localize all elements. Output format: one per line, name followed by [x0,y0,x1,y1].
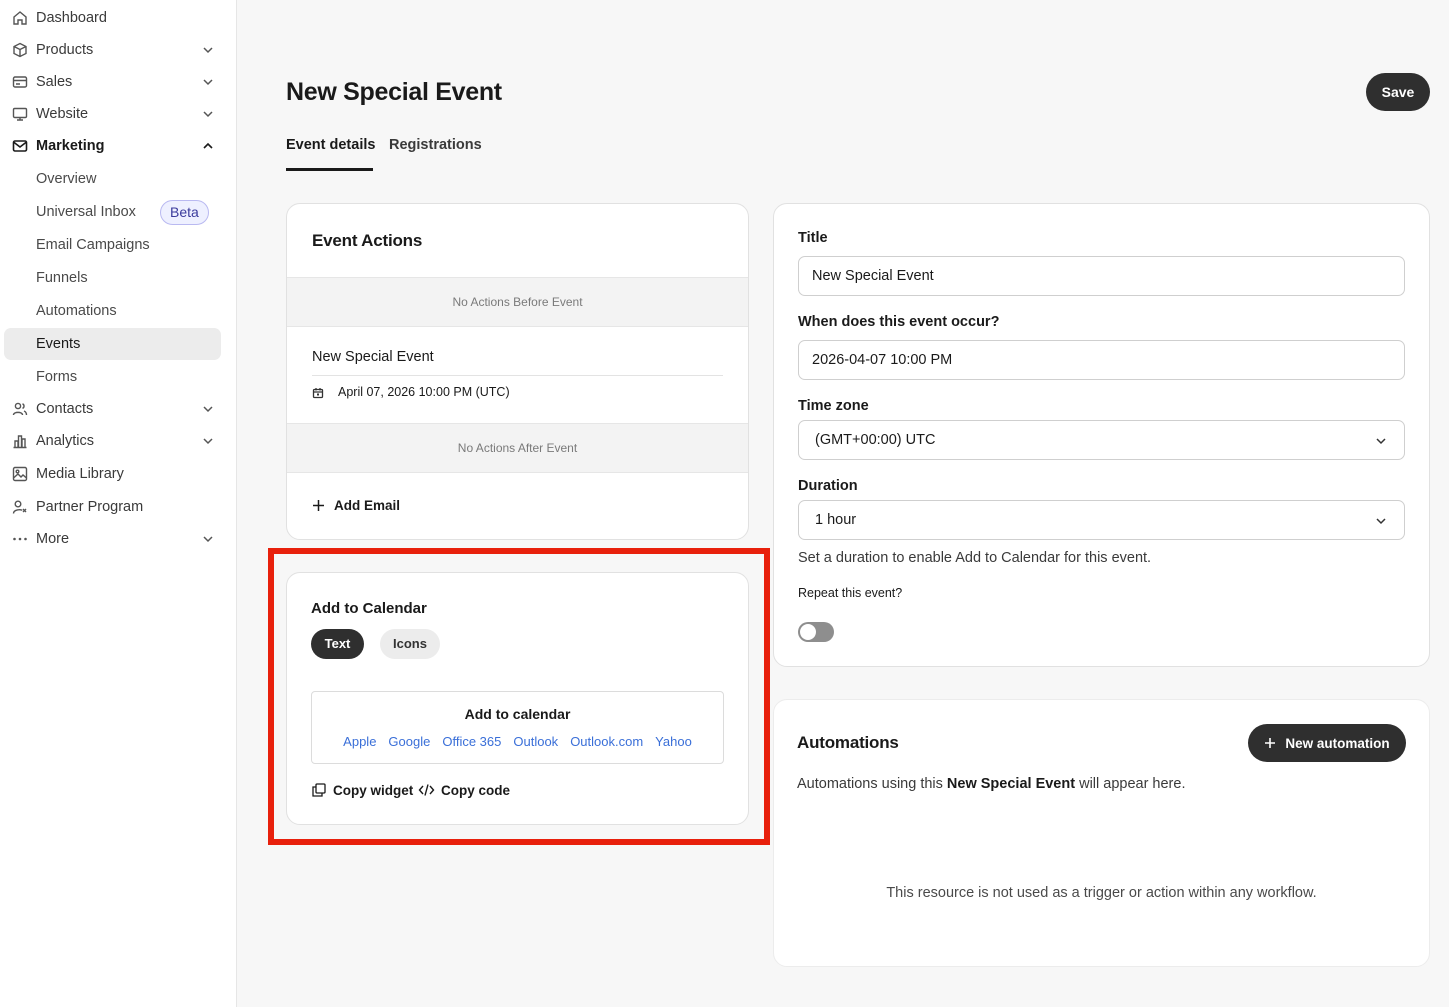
sidebar: Dashboard Products Sales Website Marketi… [0,0,237,1007]
sidebar-item-website[interactable]: Website [0,98,228,130]
automations-heading: Automations [797,733,899,752]
after-event-text: No Actions After Event [457,441,578,455]
divider [312,375,723,376]
sidebar-subitem-events[interactable]: Events [4,328,221,360]
sidebar-item-label: Automations [36,303,117,319]
sidebar-item-label: More [36,531,70,547]
sidebar-item-label: Marketing [36,138,105,154]
sidebar-item-analytics[interactable]: Analytics [0,425,228,457]
chevron-down-icon [203,47,213,54]
card-icon [12,76,28,88]
duration-label: Duration [798,478,858,494]
duration-select[interactable]: 1 hour [798,500,1405,540]
tab-registrations[interactable]: Registrations [389,137,482,153]
add-email-label: Add Email [334,498,401,513]
monitor-icon [12,107,28,121]
sidebar-item-media-library[interactable]: Media Library [0,458,228,490]
mail-icon [12,140,28,152]
sidebar-item-label: Events [36,336,81,352]
title-input[interactable] [798,256,1405,296]
sidebar-item-label: Website [36,106,89,122]
sidebar-item-label: Media Library [36,466,124,482]
when-label: When does this event occur? [798,314,1000,330]
title-label: Title [798,230,828,246]
tab-event-details[interactable]: Event details [286,137,375,153]
automations-description: Automations using this New Special Event… [797,776,1185,792]
sidebar-item-partner-program[interactable]: Partner Program [0,491,228,523]
sidebar-item-label: Partner Program [36,499,144,515]
datetime-input[interactable] [798,340,1405,380]
sidebar-subitem-automations[interactable]: Automations [4,295,221,327]
sidebar-item-label: Products [36,42,94,58]
sidebar-item-label: Universal Inbox [36,204,136,220]
image-icon [12,466,28,482]
duration-hint: Set a duration to enable Add to Calendar… [798,550,1152,566]
chevron-down-icon [203,438,213,445]
repeat-label: Repeat this event? [798,586,903,600]
box-icon [13,42,27,58]
partner-icon [12,500,27,514]
before-event-band: No Actions Before Event [287,277,748,327]
calendar-icon [312,388,324,399]
beta-badge: Beta [160,200,209,225]
save-button[interactable]: Save [1366,73,1430,111]
event-date: April 07, 2026 10:00 PM (UTC) [338,385,510,399]
timezone-value: (GMT+00:00) UTC [815,432,936,448]
event-actions-heading: Event Actions [312,231,423,250]
sidebar-subitem-funnels[interactable]: Funnels [4,262,221,294]
repeat-toggle[interactable] [798,622,834,642]
desc-suffix: will appear here. [1075,776,1186,792]
chevron-down-icon [1376,518,1386,525]
sidebar-item-products[interactable]: Products [0,34,228,66]
sidebar-item-label: Forms [36,369,78,385]
chevron-up-icon [203,142,213,149]
event-details-card: Title When does this event occur? Time z… [773,203,1430,667]
sidebar-item-contacts[interactable]: Contacts [0,393,228,425]
sidebar-item-label: Contacts [36,401,94,417]
chevron-down-icon [1376,438,1386,445]
sidebar-item-more[interactable]: More [0,523,228,555]
sidebar-item-dashboard[interactable]: Dashboard [0,2,228,34]
event-actions-card: Event Actions No Actions Before Event Ne… [286,203,749,540]
plus-icon [313,500,324,511]
sidebar-item-label: Overview [36,171,97,187]
sidebar-subitem-forms[interactable]: Forms [4,361,221,393]
toggle-knob [800,624,816,640]
sidebar-subitem-overview[interactable]: Overview [4,163,221,195]
sidebar-item-label: Dashboard [36,10,107,26]
automations-card: Automations New automation Automations u… [773,699,1430,967]
new-automation-label: New automation [1285,735,1390,751]
chart-icon [13,435,27,449]
desc-prefix: Automations using this [797,776,947,792]
sidebar-item-label: Analytics [36,433,95,449]
chevron-down-icon [203,536,213,543]
dots-icon [13,537,27,541]
add-email-button[interactable]: Add Email [312,498,400,513]
users-icon [12,402,28,416]
page-title: New Special Event [286,78,502,106]
plus-icon [1265,738,1276,748]
sidebar-item-label: Email Campaigns [36,237,150,253]
highlight-box [268,548,770,845]
chevron-down-icon [203,111,213,118]
desc-event-name: New Special Event [946,776,1076,792]
active-tab-indicator [286,168,373,171]
chevron-down-icon [203,406,213,413]
timezone-label: Time zone [798,398,869,414]
sidebar-item-label: Sales [36,74,73,90]
home-icon [13,11,27,25]
sidebar-subitem-universal-inbox[interactable]: Universal Inbox Beta [4,196,221,228]
event-name: New Special Event [312,349,434,365]
timezone-select[interactable]: (GMT+00:00) UTC [798,420,1405,460]
sidebar-subitem-email-campaigns[interactable]: Email Campaigns [4,229,221,261]
sidebar-item-marketing[interactable]: Marketing [0,130,228,162]
chevron-down-icon [203,79,213,86]
duration-value: 1 hour [815,512,857,528]
new-automation-button[interactable]: New automation [1248,724,1406,762]
after-event-band: No Actions After Event [287,423,748,473]
empty-state-text: This resource is not used as a trigger o… [886,885,1317,901]
sidebar-item-sales[interactable]: Sales [0,66,228,98]
before-event-text: No Actions Before Event [452,295,583,309]
sidebar-item-label: Funnels [36,270,88,286]
